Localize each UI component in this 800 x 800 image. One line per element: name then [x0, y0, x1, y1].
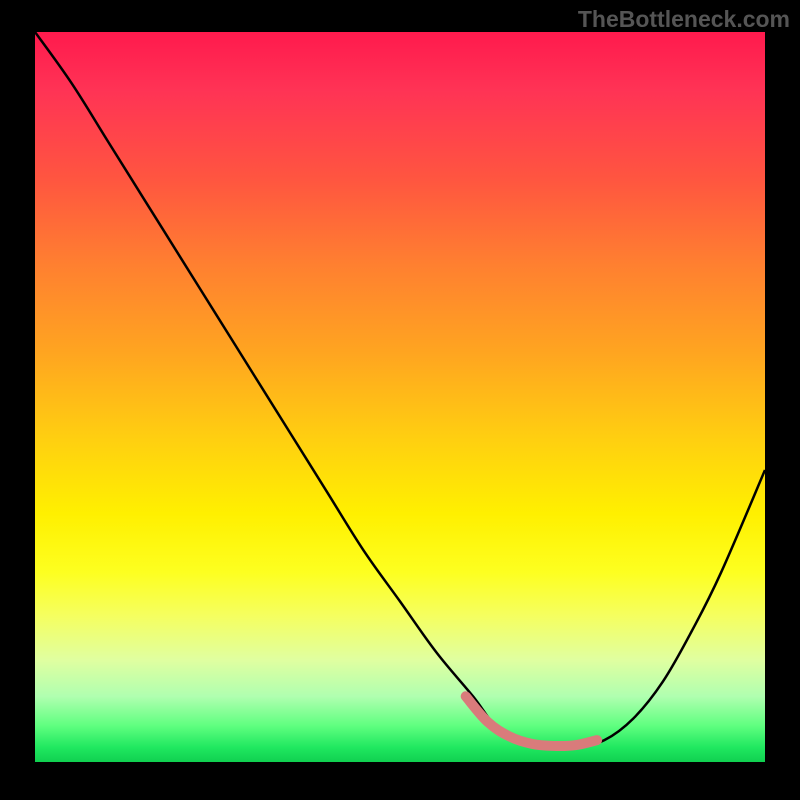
plot-area [35, 32, 765, 762]
watermark-text: TheBottleneck.com [578, 6, 790, 33]
highlight-segment [466, 696, 597, 746]
chart-container: TheBottleneck.com [0, 0, 800, 800]
curve-svg [35, 32, 765, 762]
bottleneck-curve [35, 32, 765, 748]
